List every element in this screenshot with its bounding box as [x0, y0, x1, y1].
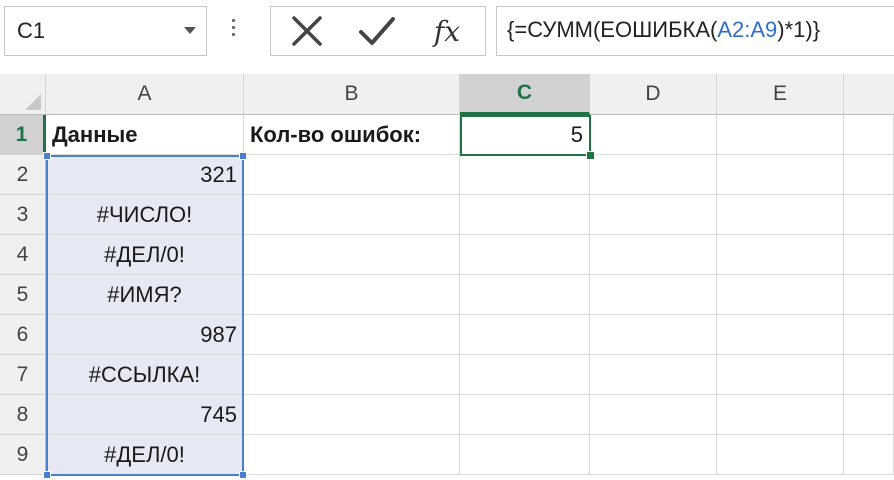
- fill-handle[interactable]: [586, 151, 595, 160]
- cell-f9[interactable]: [844, 435, 894, 475]
- name-box-value: C1: [17, 18, 46, 43]
- cell-a1[interactable]: Данные: [46, 115, 244, 155]
- close-icon: [292, 16, 322, 46]
- cell-c3[interactable]: [460, 195, 590, 235]
- cell-f3[interactable]: [844, 195, 894, 235]
- row-header-2[interactable]: 2: [0, 155, 46, 195]
- cell-a3[interactable]: #ЧИСЛО!: [46, 195, 244, 235]
- cell-d1[interactable]: [590, 115, 717, 155]
- insert-function-button[interactable]: fx: [417, 7, 477, 55]
- cell-d2[interactable]: [590, 155, 717, 195]
- cell-b5[interactable]: [244, 275, 460, 315]
- cell-e4[interactable]: [717, 235, 844, 275]
- cancel-button[interactable]: [277, 7, 337, 55]
- cell-d8[interactable]: [590, 395, 717, 435]
- row-header-9[interactable]: 9: [0, 435, 46, 475]
- cell-e8[interactable]: [717, 395, 844, 435]
- column-header-a[interactable]: A: [46, 74, 244, 115]
- formula-text: {=СУММ(ЕОШИБКА(A2:A9)*1)}: [507, 17, 820, 43]
- cell-a7[interactable]: #ССЫЛКА!: [46, 355, 244, 395]
- cell-d7[interactable]: [590, 355, 717, 395]
- cell-d5[interactable]: [590, 275, 717, 315]
- check-icon: [359, 17, 395, 45]
- cell-f4[interactable]: [844, 235, 894, 275]
- column-header-b[interactable]: B: [244, 74, 460, 115]
- column-header-c[interactable]: C: [460, 74, 590, 115]
- cell-b4[interactable]: [244, 235, 460, 275]
- range-handle-bottom-left[interactable]: [43, 471, 51, 479]
- enter-button[interactable]: [347, 7, 407, 55]
- row-header-6[interactable]: 6: [0, 315, 46, 355]
- cell-f7[interactable]: [844, 355, 894, 395]
- cell-b9[interactable]: [244, 435, 460, 475]
- formula-input[interactable]: {=СУММ(ЕОШИБКА(A2:A9)*1)}: [496, 6, 894, 56]
- cell-a2[interactable]: 321: [46, 155, 244, 195]
- cell-f2[interactable]: [844, 155, 894, 195]
- row-header-4[interactable]: 4: [0, 235, 46, 275]
- row-header-8[interactable]: 8: [0, 395, 46, 435]
- cell-d3[interactable]: [590, 195, 717, 235]
- cell-d6[interactable]: [590, 315, 717, 355]
- cell-a8[interactable]: 745: [46, 395, 244, 435]
- cell-c9[interactable]: [460, 435, 590, 475]
- range-handle-bottom-right[interactable]: [239, 471, 247, 479]
- spreadsheet-grid: A B C D E 1 2 3 4 5 6 7 8 9 Данные Кол-в…: [0, 74, 894, 480]
- row-header-7[interactable]: 7: [0, 355, 46, 395]
- cell-f6[interactable]: [844, 315, 894, 355]
- range-handle-top-right[interactable]: [239, 152, 247, 160]
- cell-c5[interactable]: [460, 275, 590, 315]
- cell-b1[interactable]: Кол-во ошибок:: [244, 115, 460, 155]
- cell-e7[interactable]: [717, 355, 844, 395]
- cell-e2[interactable]: [717, 155, 844, 195]
- column-header-d[interactable]: D: [590, 74, 717, 115]
- cell-f1[interactable]: [844, 115, 894, 155]
- cell-c4[interactable]: [460, 235, 590, 275]
- formula-prefix: {=СУММ(ЕОШИБКА(: [507, 17, 718, 42]
- row-header-3[interactable]: 3: [0, 195, 46, 235]
- formula-range-ref: A2:A9: [717, 17, 778, 42]
- cell-e6[interactable]: [717, 315, 844, 355]
- name-box[interactable]: C1: [4, 6, 207, 56]
- formula-suffix: )*1)}: [777, 17, 821, 42]
- column-header-e[interactable]: E: [717, 74, 844, 115]
- fx-icon: fx: [433, 14, 461, 48]
- range-handle-top-left[interactable]: [43, 152, 51, 160]
- cell-b7[interactable]: [244, 355, 460, 395]
- cell-e3[interactable]: [717, 195, 844, 235]
- cell-b3[interactable]: [244, 195, 460, 235]
- row-header-5[interactable]: 5: [0, 275, 46, 315]
- formula-buttons: fx: [270, 6, 486, 56]
- formula-bar: C1 fx {=СУММ(ЕОШИБКА(A2:A9)*1)}: [0, 0, 894, 68]
- cell-a5[interactable]: #ИМЯ?: [46, 275, 244, 315]
- more-options-icon[interactable]: [230, 16, 236, 42]
- cell-e1[interactable]: [717, 115, 844, 155]
- cell-f8[interactable]: [844, 395, 894, 435]
- cell-f5[interactable]: [844, 275, 894, 315]
- cell-a4[interactable]: #ДЕЛ/0!: [46, 235, 244, 275]
- cell-b6[interactable]: [244, 315, 460, 355]
- cell-a6[interactable]: 987: [46, 315, 244, 355]
- cell-d9[interactable]: [590, 435, 717, 475]
- cell-a9[interactable]: #ДЕЛ/0!: [46, 435, 244, 475]
- row-header-1[interactable]: 1: [0, 115, 46, 155]
- cell-d4[interactable]: [590, 235, 717, 275]
- cell-c1[interactable]: 5: [460, 115, 590, 155]
- cell-c6[interactable]: [460, 315, 590, 355]
- cell-c2[interactable]: [460, 155, 590, 195]
- cell-e5[interactable]: [717, 275, 844, 315]
- column-header-f[interactable]: [844, 74, 894, 115]
- cell-c7[interactable]: [460, 355, 590, 395]
- cell-c8[interactable]: [460, 395, 590, 435]
- cell-e9[interactable]: [717, 435, 844, 475]
- cell-b2[interactable]: [244, 155, 460, 195]
- cell-b8[interactable]: [244, 395, 460, 435]
- chevron-down-icon[interactable]: [184, 27, 196, 34]
- select-all-button[interactable]: [0, 74, 46, 115]
